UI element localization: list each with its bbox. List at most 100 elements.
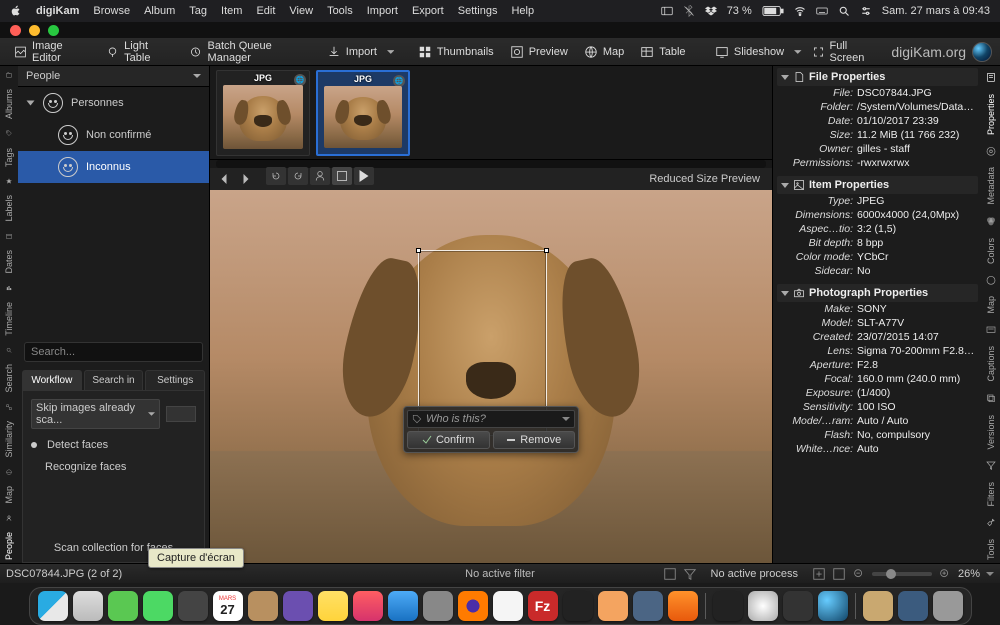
tab-people[interactable]: People [3, 529, 15, 563]
dock-finder-icon[interactable] [38, 591, 68, 621]
dock-settings-icon[interactable] [423, 591, 453, 621]
rotate-left-button[interactable] [266, 167, 286, 185]
fullscreen-button[interactable]: Full Screen [806, 37, 888, 67]
dock-launchpad-icon[interactable] [73, 591, 103, 621]
keyboard-icon[interactable] [816, 5, 828, 17]
batch-queue-button[interactable]: Batch Queue Manager [183, 37, 316, 67]
menu-view[interactable]: View [289, 5, 313, 17]
resize-handle[interactable] [544, 248, 549, 253]
left-panel-header[interactable]: People [18, 66, 209, 87]
tree-item-unknown[interactable]: Inconnus [18, 151, 209, 183]
dock-calendar-icon[interactable]: MARS27 [213, 591, 243, 621]
dock-firefox-icon[interactable] [458, 591, 488, 621]
tab-tags[interactable]: Tags [3, 145, 15, 170]
radio-detect[interactable] [31, 442, 37, 448]
tab-searchin[interactable]: Search in [84, 370, 144, 390]
zoom-dropdown-icon[interactable] [986, 570, 994, 578]
image-preview[interactable]: Who is this? Confirm Remove [210, 190, 772, 563]
control-center-icon[interactable] [860, 5, 872, 17]
bluetooth-off-icon[interactable] [683, 5, 695, 17]
tab-map-right[interactable]: Map [985, 293, 997, 317]
captions-tab-icon[interactable] [985, 325, 997, 336]
light-table-button[interactable]: Light Table [100, 37, 179, 67]
search-tab-icon[interactable] [3, 347, 15, 353]
menu-tag[interactable]: Tag [189, 5, 207, 17]
versions-tab-icon[interactable] [985, 393, 997, 404]
tab-albums[interactable]: Albums [3, 86, 15, 122]
tab-colors[interactable]: Colors [985, 235, 997, 267]
brand-link[interactable]: digiKam.org [891, 42, 992, 62]
dock-digikam-icon[interactable] [818, 591, 848, 621]
tab-timeline[interactable]: Timeline [3, 299, 15, 339]
zoom-fit-icon[interactable] [812, 567, 826, 581]
similarity-tab-icon[interactable] [3, 404, 15, 410]
face-tag-button[interactable] [310, 167, 330, 185]
remove-face-button[interactable]: Remove [493, 431, 576, 449]
people-tab-icon[interactable] [3, 515, 15, 521]
thumbnails-button[interactable]: Thumbnails [412, 42, 500, 62]
dock-app3-icon[interactable] [598, 591, 628, 621]
menu-tools[interactable]: Tools [327, 5, 353, 17]
map-right-tab-icon[interactable] [985, 275, 997, 286]
map-button[interactable]: Map [578, 42, 630, 62]
dock-screenshot-icon[interactable] [178, 591, 208, 621]
import-dropdown-icon[interactable] [387, 48, 394, 56]
dock-appstore-icon[interactable] [388, 591, 418, 621]
tab-wf-settings[interactable]: Settings [145, 370, 205, 390]
disclosure-icon[interactable] [781, 291, 789, 296]
image-editor-button[interactable]: Image Editor [8, 37, 96, 67]
tab-search[interactable]: Search [3, 361, 15, 396]
dock-filezilla-icon[interactable]: Fz [528, 591, 558, 621]
menu-import[interactable]: Import [367, 5, 398, 17]
slideshow-button[interactable]: Slideshow [709, 42, 790, 62]
zoom-slider[interactable] [872, 572, 932, 576]
zoom-in-icon[interactable] [938, 567, 952, 581]
import-button[interactable]: Import [321, 42, 383, 62]
preview-button[interactable]: Preview [504, 42, 574, 62]
menu-item[interactable]: Item [221, 5, 242, 17]
dates-tab-icon[interactable] [3, 233, 15, 239]
menu-settings[interactable]: Settings [458, 5, 498, 17]
tab-properties[interactable]: Properties [985, 91, 997, 138]
labels-tab-icon[interactable] [3, 178, 15, 184]
resize-handle[interactable] [416, 248, 421, 253]
map-tab-icon[interactable] [3, 469, 15, 475]
tab-labels[interactable]: Labels [3, 192, 15, 225]
menu-help[interactable]: Help [511, 5, 534, 17]
dock-app1-icon[interactable] [248, 591, 278, 621]
window-minimize-button[interactable] [29, 25, 40, 36]
thumbnail-strip[interactable]: 🌐 JPG 🌐 JPG [210, 66, 772, 160]
recognize-faces-option[interactable]: Recognize faces [31, 461, 126, 473]
zoom-out-icon[interactable] [852, 567, 866, 581]
dock-trash-icon[interactable] [933, 591, 963, 621]
spotlight-icon[interactable] [838, 5, 850, 17]
tab-workflow[interactable]: Workflow [22, 370, 82, 390]
metadata-tab-icon[interactable] [985, 146, 997, 157]
dock-panel-icon[interactable] [661, 5, 673, 17]
dock-app4-icon[interactable] [748, 591, 778, 621]
properties-tab-icon[interactable] [985, 72, 997, 83]
dock-textedit-icon[interactable] [493, 591, 523, 621]
skip-combo[interactable]: Skip images already sca... [31, 399, 160, 429]
timeline-tab-icon[interactable] [3, 285, 15, 291]
tab-similarity[interactable]: Similarity [3, 418, 15, 461]
tab-metadata[interactable]: Metadata [985, 164, 997, 208]
who-is-this-input[interactable]: Who is this? [407, 410, 575, 428]
color-label-icon[interactable] [663, 567, 677, 581]
menu-album[interactable]: Album [144, 5, 175, 17]
dock-messages-icon[interactable] [108, 591, 138, 621]
menu-export[interactable]: Export [412, 5, 444, 17]
thumbnail-1[interactable]: 🌐 JPG [216, 70, 310, 156]
tab-dates[interactable]: Dates [3, 247, 15, 277]
dock-vlc-icon[interactable] [668, 591, 698, 621]
filter-funnel-icon[interactable] [683, 567, 697, 581]
colors-tab-icon[interactable] [985, 216, 997, 227]
dock-activity-icon[interactable] [713, 591, 743, 621]
wifi-icon[interactable] [794, 5, 806, 17]
skip-spinbox[interactable] [166, 406, 196, 422]
dock-facetime-icon[interactable] [143, 591, 173, 621]
disclosure-icon[interactable] [781, 183, 789, 188]
table-button[interactable]: Table [634, 42, 691, 62]
zoom-100-icon[interactable] [832, 567, 846, 581]
dock-folder1-icon[interactable] [863, 591, 893, 621]
